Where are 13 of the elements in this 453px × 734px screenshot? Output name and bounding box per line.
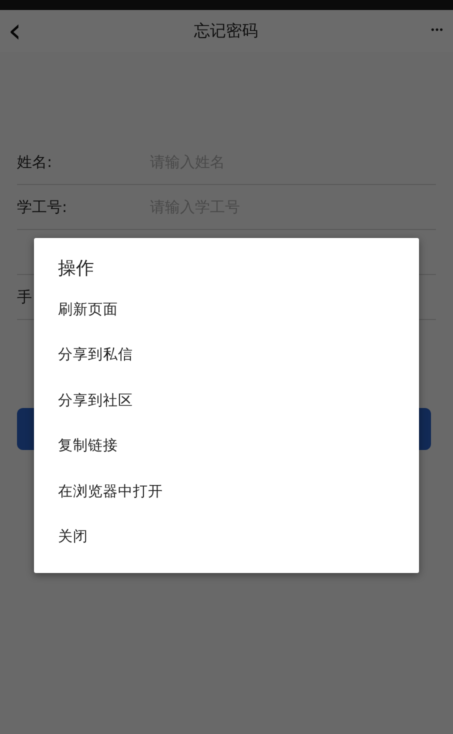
menu-item[interactable]: 分享到社区 <box>58 390 133 436</box>
menu-item[interactable]: 刷新页面 <box>58 300 118 346</box>
menu-item[interactable]: 复制链接 <box>58 436 118 482</box>
field-label: 手 <box>17 288 33 306</box>
more-button[interactable]: ••• <box>430 26 443 36</box>
back-button[interactable]: ‹ <box>8 14 22 48</box>
field-label: 学工号: <box>17 198 68 216</box>
field-label: 姓名: <box>17 152 54 172</box>
page-title: 忘记密码 <box>194 20 258 42</box>
menu-item[interactable]: 关闭 <box>58 527 88 573</box>
dialog-title: 操作 <box>58 257 95 281</box>
menu-item[interactable]: 在浏览器中打开 <box>58 482 163 528</box>
menu-item[interactable]: 分享到私信 <box>58 345 133 391</box>
